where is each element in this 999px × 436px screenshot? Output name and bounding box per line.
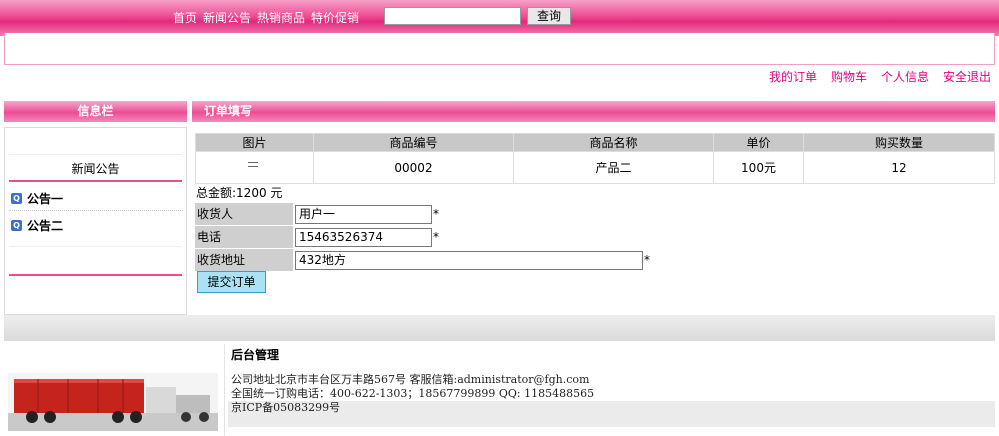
required-mark: *: [644, 253, 650, 267]
product-code: 00002: [313, 151, 514, 184]
nav-news[interactable]: 新闻公告: [203, 9, 251, 26]
phone-label: 电话: [195, 226, 293, 248]
col-header-qty: 购买数量: [803, 133, 995, 152]
order-table: 图片 商品编号 商品名称 单价 购买数量 00002 产品二 100元 12: [195, 133, 995, 184]
search-button[interactable]: 查询: [527, 7, 571, 25]
product-name: 产品二: [513, 151, 714, 184]
order-total: 总金额:1200 元: [196, 186, 283, 200]
product-thumbnail: [245, 159, 265, 173]
product-image-cell: [195, 151, 314, 184]
banner-frame: [4, 33, 995, 65]
order-section-title: 订单填写: [192, 101, 995, 122]
notice-label: 公告一: [27, 192, 64, 206]
address-row: 收货地址 432地方 *: [195, 249, 650, 271]
col-header-price: 单价: [713, 133, 804, 152]
cart-link[interactable]: 购物车: [831, 68, 867, 85]
nav-home[interactable]: 首页: [173, 9, 197, 26]
notice-label: 公告二: [27, 219, 64, 233]
search-input[interactable]: [384, 7, 521, 25]
truck-image: [8, 373, 218, 431]
footer-divider: [224, 344, 225, 436]
required-mark: *: [433, 230, 439, 244]
profile-link[interactable]: 个人信息: [881, 68, 929, 85]
col-header-image: 图片: [195, 133, 314, 152]
col-header-code: 商品编号: [313, 133, 514, 152]
news-tab[interactable]: 新闻公告: [9, 154, 182, 182]
notice-item[interactable]: Q 公告一: [11, 190, 63, 207]
phone-input[interactable]: 15463526374: [295, 227, 432, 247]
notice-divider: [9, 210, 183, 211]
logout-link[interactable]: 安全退出: [943, 68, 991, 85]
footer-icp: 京ICP备05083299号: [231, 401, 341, 414]
user-links: 我的订单 购物车 个人信息 安全退出: [769, 68, 991, 85]
content-divider-band: [4, 315, 995, 341]
address-input[interactable]: 432地方: [295, 250, 643, 270]
main-nav: 首页 新闻公告 热销商品 特价促销: [173, 9, 365, 26]
sidebar-footer-bar: [9, 246, 182, 276]
table-row: 00002 产品二 100元 12: [195, 151, 995, 184]
col-header-name: 商品名称: [513, 133, 714, 152]
product-price: 100元: [713, 151, 804, 184]
phone-row: 电话 15463526374 *: [195, 226, 439, 248]
nav-specials[interactable]: 特价促销: [311, 9, 359, 26]
address-label: 收货地址: [195, 249, 293, 271]
product-qty: 12: [803, 151, 995, 184]
nav-hot-products[interactable]: 热销商品: [257, 9, 305, 26]
sidebar-title: 信息栏: [4, 101, 187, 122]
receiver-row: 收货人 用户一 *: [195, 203, 439, 225]
table-header-row: 图片 商品编号 商品名称 单价 购买数量: [195, 133, 995, 152]
receiver-label: 收货人: [195, 203, 293, 225]
my-orders-link[interactable]: 我的订单: [769, 68, 817, 85]
notice-item[interactable]: Q 公告二: [11, 217, 63, 234]
notice-icon: Q: [11, 193, 22, 204]
receiver-input[interactable]: 用户一: [295, 204, 432, 224]
sidebar-panel: 新闻公告 Q 公告一 Q 公告二: [4, 127, 187, 315]
footer-stripe: [228, 401, 995, 427]
required-mark: *: [433, 207, 439, 221]
notice-icon: Q: [11, 220, 22, 231]
footer-admin-title[interactable]: 后台管理: [231, 346, 279, 363]
submit-order-button[interactable]: 提交订单: [197, 271, 266, 293]
